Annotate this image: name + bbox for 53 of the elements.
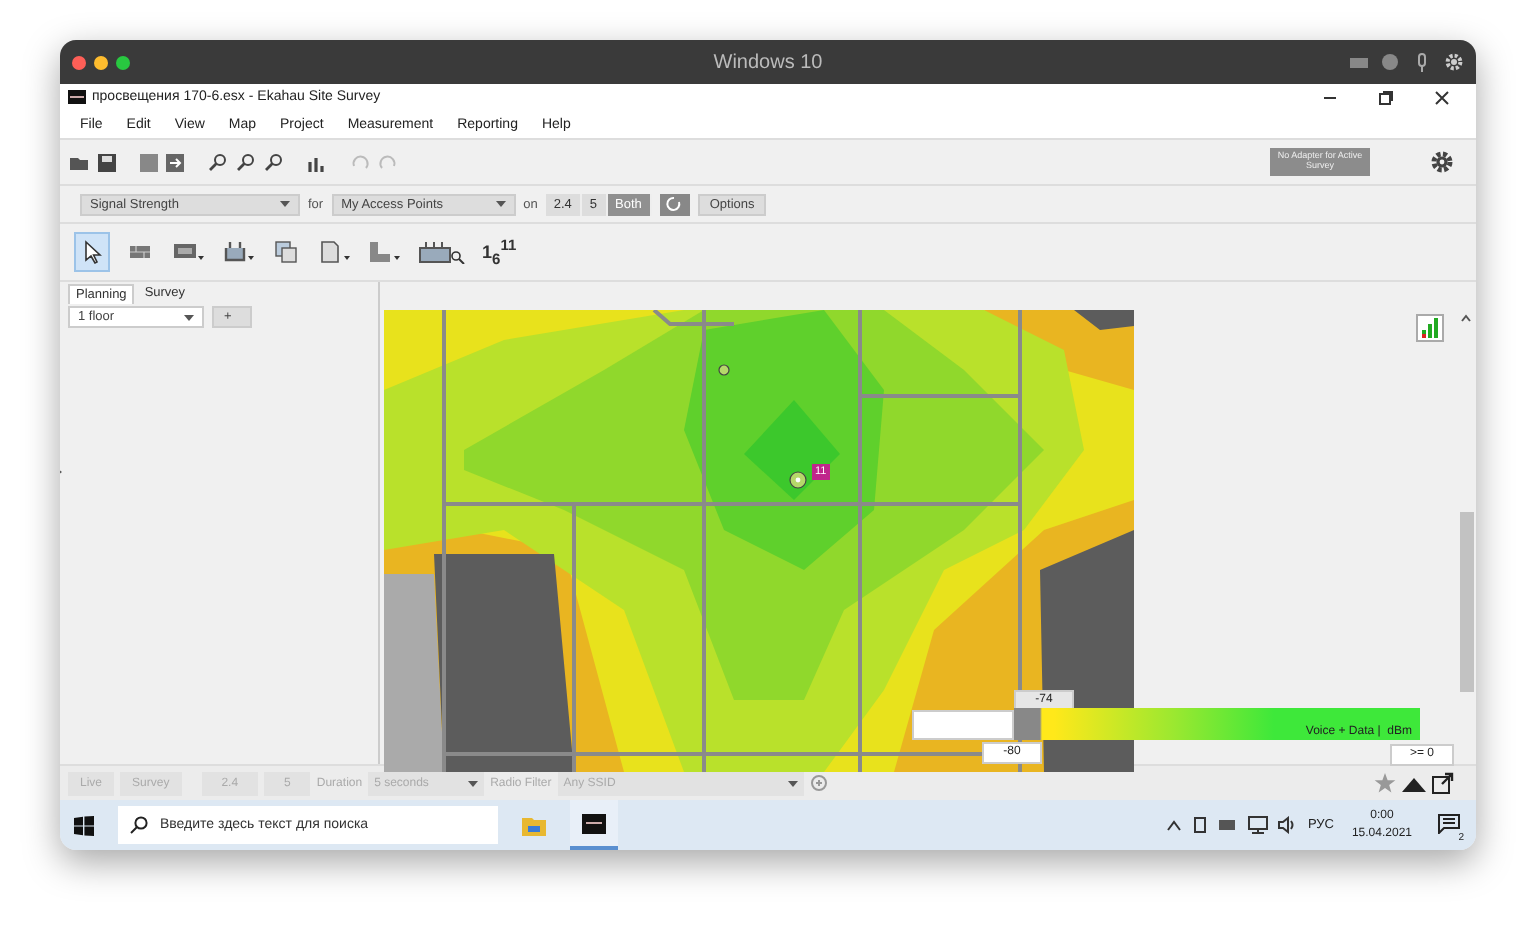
zoom-in-icon[interactable] xyxy=(208,152,228,172)
copy-icon[interactable] xyxy=(274,240,298,264)
refresh-button[interactable] xyxy=(659,193,690,215)
app-taskbar-button[interactable] xyxy=(570,800,618,850)
folder-icon[interactable] xyxy=(70,153,90,171)
keyboard-icon[interactable] xyxy=(1348,52,1368,72)
gear-icon[interactable] xyxy=(1444,52,1464,72)
folder-icon[interactable] xyxy=(522,815,546,835)
caret-icon[interactable] xyxy=(468,779,479,787)
scroll-up-icon[interactable] xyxy=(1460,314,1472,322)
wall-menu-icon[interactable] xyxy=(172,240,204,264)
record-icon[interactable] xyxy=(1380,52,1400,72)
speaker-icon[interactable] xyxy=(1277,816,1298,834)
zoom-out-icon[interactable] xyxy=(236,152,256,172)
battery-icon[interactable] xyxy=(1217,818,1238,832)
network-icon[interactable] xyxy=(1247,816,1268,834)
zoom-fit-icon[interactable] xyxy=(264,152,284,172)
caret-icon[interactable] xyxy=(184,313,194,321)
measurement-point-icon[interactable] xyxy=(718,364,730,376)
app-icon xyxy=(68,90,86,104)
document-menu-icon[interactable] xyxy=(318,240,350,264)
caret-icon[interactable] xyxy=(495,200,506,208)
wall-icon[interactable] xyxy=(128,242,152,262)
triangle-icon[interactable] xyxy=(1402,775,1426,791)
windows-logo-icon[interactable] xyxy=(74,815,94,835)
popout-icon[interactable] xyxy=(1432,772,1454,794)
settings-icon[interactable] xyxy=(1430,150,1454,174)
export-icon[interactable] xyxy=(166,153,184,171)
bar-chart-icon[interactable] xyxy=(308,153,326,171)
microphone-icon[interactable] xyxy=(1412,52,1432,72)
zoom-button[interactable] xyxy=(116,55,130,69)
caret-icon[interactable] xyxy=(280,200,290,208)
search-icon xyxy=(130,816,148,834)
scrollbar-thumb[interactable] xyxy=(1459,512,1473,692)
document-icon[interactable] xyxy=(140,153,158,171)
area-menu-icon[interactable] xyxy=(368,240,400,264)
close-icon[interactable] xyxy=(1434,89,1450,105)
access-point-menu-icon[interactable] xyxy=(222,240,254,264)
restore-icon[interactable] xyxy=(1378,89,1394,105)
caret-icon[interactable] xyxy=(787,779,798,787)
tool-button[interactable] xyxy=(74,232,110,272)
access-point-icon[interactable] xyxy=(789,471,807,489)
star-icon[interactable] xyxy=(1374,772,1396,794)
window-title: Windows 10 xyxy=(713,51,823,73)
access-points-search-icon[interactable] xyxy=(418,240,466,264)
chevron-up-icon[interactable] xyxy=(1165,819,1182,831)
device-icon[interactable] xyxy=(1191,816,1208,834)
pointer-icon[interactable] xyxy=(82,240,102,264)
app-icon[interactable] xyxy=(582,813,606,833)
close-button[interactable] xyxy=(72,55,86,69)
minimize-button[interactable] xyxy=(94,55,108,69)
save-icon[interactable] xyxy=(98,153,116,171)
chart-icon[interactable] xyxy=(1416,314,1444,342)
